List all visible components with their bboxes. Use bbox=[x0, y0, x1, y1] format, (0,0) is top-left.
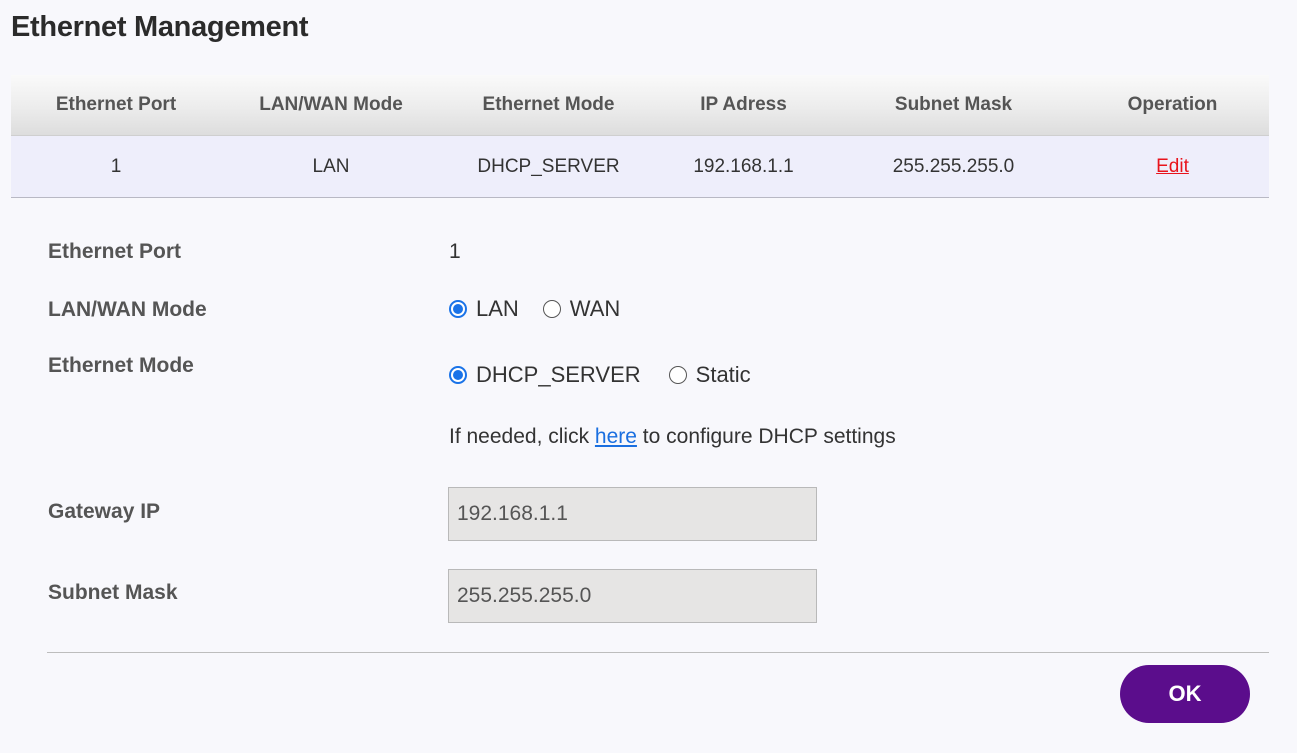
cell-operation: Edit bbox=[1076, 136, 1269, 197]
ethernet-mode-label: Ethernet Mode bbox=[48, 354, 194, 377]
static-radio-option[interactable]: Static bbox=[668, 362, 751, 388]
subnet-mask-input[interactable] bbox=[448, 569, 817, 623]
radio-selected-icon[interactable] bbox=[449, 300, 467, 318]
wan-radio-option[interactable]: WAN bbox=[542, 296, 621, 322]
column-header-lan-wan-mode: LAN/WAN Mode bbox=[259, 94, 403, 115]
table-row: 1 LAN DHCP_SERVER 192.168.1.1 255.255.25… bbox=[11, 136, 1269, 198]
ethernet-port-label: Ethernet Port bbox=[48, 240, 182, 263]
radio-selected-icon[interactable] bbox=[449, 366, 467, 384]
lan-wan-mode-label: LAN/WAN Mode bbox=[48, 298, 207, 321]
column-header-operation: Operation bbox=[1127, 94, 1218, 115]
column-header-ip-address: IP Adress bbox=[700, 94, 787, 115]
static-radio-label: Static bbox=[695, 362, 751, 387]
cell-lan-wan-mode: LAN bbox=[312, 155, 350, 177]
radio-unselected-icon[interactable] bbox=[542, 300, 561, 318]
ethernet-mode-radio-group: DHCP_SERVER Static bbox=[449, 362, 751, 388]
subnet-mask-label: Subnet Mask bbox=[48, 581, 178, 604]
lan-wan-mode-radio-group: LAN WAN bbox=[449, 296, 620, 322]
cell-ip-address: 192.168.1.1 bbox=[693, 155, 794, 177]
column-header-ethernet-port: Ethernet Port bbox=[55, 94, 177, 115]
dhcp-server-radio-label: DHCP_SERVER bbox=[476, 362, 641, 387]
dhcp-hint-prefix: If needed, click bbox=[449, 425, 595, 448]
ethernet-port-table: Ethernet Port LAN/WAN Mode Ethernet Mode… bbox=[11, 75, 1269, 198]
column-header-ethernet-mode: Ethernet Mode bbox=[482, 94, 615, 115]
cell-ethernet-port: 1 bbox=[110, 155, 122, 177]
table-header: Ethernet Port LAN/WAN Mode Ethernet Mode… bbox=[11, 75, 1269, 136]
gateway-ip-label: Gateway IP bbox=[48, 500, 161, 523]
ok-button[interactable]: OK bbox=[1120, 665, 1250, 723]
dhcp-hint-suffix: to configure DHCP settings bbox=[636, 425, 896, 448]
column-header-subnet-mask: Subnet Mask bbox=[894, 94, 1013, 115]
divider bbox=[47, 652, 1269, 653]
cell-ethernet-mode: DHCP_SERVER bbox=[477, 155, 620, 177]
page-title: Ethernet Management bbox=[11, 11, 309, 43]
gateway-ip-input[interactable] bbox=[448, 487, 817, 541]
lan-radio-label: LAN bbox=[476, 296, 519, 321]
dhcp-settings-hint: If needed, click here to configure DHCP … bbox=[449, 425, 896, 449]
radio-unselected-icon[interactable] bbox=[668, 366, 687, 384]
edit-link[interactable]: Edit bbox=[1156, 156, 1189, 178]
cell-subnet-mask: 255.255.255.0 bbox=[892, 155, 1015, 177]
dhcp-settings-link[interactable]: here bbox=[595, 425, 637, 448]
dhcp-server-radio-option[interactable]: DHCP_SERVER bbox=[449, 362, 641, 388]
ethernet-port-value: 1 bbox=[449, 240, 461, 263]
wan-radio-label: WAN bbox=[569, 296, 621, 321]
lan-radio-option[interactable]: LAN bbox=[449, 296, 519, 322]
